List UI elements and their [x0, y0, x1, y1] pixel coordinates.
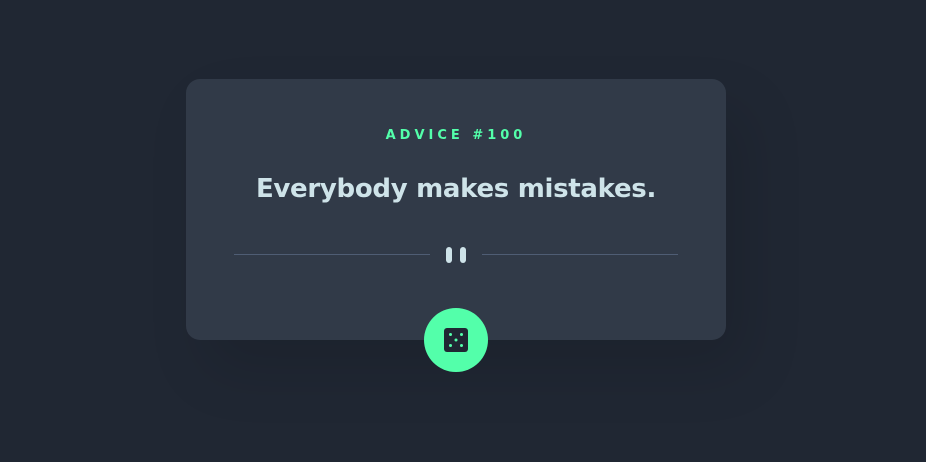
dice-icon [444, 328, 468, 352]
divider-line-right [482, 254, 678, 255]
divider [234, 246, 678, 264]
page: ADVICE #100 Everybody makes mistakes. [0, 0, 926, 462]
pause-bar-right [460, 247, 466, 263]
pause-icon [446, 246, 466, 264]
generate-advice-button[interactable] [424, 308, 488, 372]
advice-quote: Everybody makes mistakes. [255, 174, 657, 204]
pause-bar-left [446, 247, 452, 263]
advice-card: ADVICE #100 Everybody makes mistakes. [186, 79, 726, 340]
divider-line-left [234, 254, 430, 255]
advice-number: ADVICE #100 [385, 128, 527, 143]
